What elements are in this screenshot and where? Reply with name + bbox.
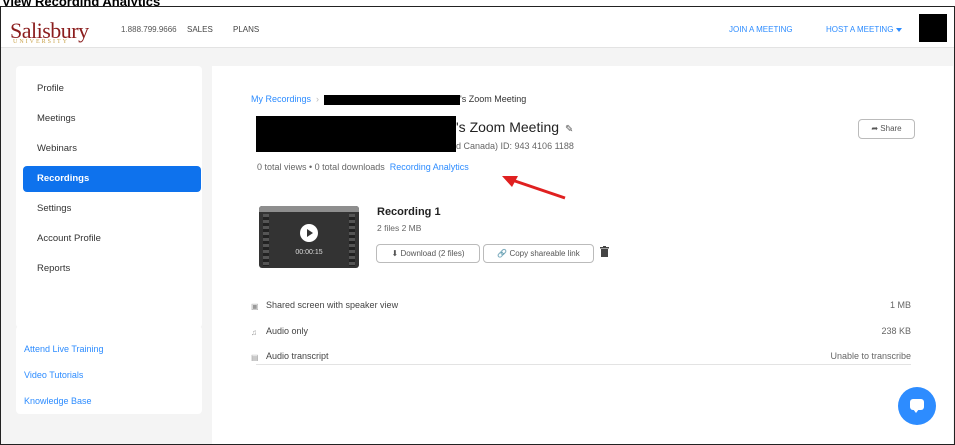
nav-sales-link[interactable]: SALES bbox=[187, 25, 213, 34]
file-name: Shared screen with speaker view bbox=[266, 300, 399, 310]
recording-detail-panel: My Recordings › 's Zoom Meeting 's Zoom Me… bbox=[212, 66, 953, 444]
logo-subtext: UNIVERSITY bbox=[13, 39, 69, 45]
file-row[interactable]: ♫ Audio only 238 KB bbox=[251, 326, 911, 342]
breadcrumb-separator-icon: › bbox=[316, 94, 320, 104]
sidebar-item-account-profile[interactable]: Account Profile bbox=[23, 226, 201, 252]
app-window: Salisbury UNIVERSITY 1.888.799.9666 SALE… bbox=[0, 6, 955, 445]
sidebar-item-recordings[interactable]: Recordings bbox=[23, 166, 201, 192]
sidebar-item-profile[interactable]: Profile bbox=[23, 76, 201, 102]
sidebar-item-settings[interactable]: Settings bbox=[23, 196, 201, 222]
breadcrumb: My Recordings › 's Zoom Meeting bbox=[251, 94, 526, 105]
copy-link-button[interactable]: 🔗 Copy shareable link bbox=[483, 244, 594, 263]
file-row[interactable]: ▣ Shared screen with speaker view 1 MB bbox=[251, 300, 911, 316]
file-size: 238 KB bbox=[881, 326, 911, 336]
file-status: Unable to transcribe bbox=[830, 351, 911, 361]
trash-icon[interactable] bbox=[600, 246, 609, 257]
recording-duration: 00:00:15 bbox=[295, 249, 323, 256]
screen-icon: ▣ bbox=[251, 302, 259, 311]
meeting-title-text: 's Zoom Meeting bbox=[456, 119, 560, 135]
film-strip-right bbox=[349, 214, 355, 266]
views-downloads-text: 0 total views • 0 total downloads bbox=[257, 162, 385, 172]
top-header: Salisbury UNIVERSITY 1.888.799.9666 SALE… bbox=[1, 7, 954, 48]
knowledge-base-link[interactable]: Knowledge Base bbox=[24, 396, 92, 406]
link-icon: 🔗 bbox=[497, 249, 510, 258]
host-meeting-menu[interactable]: HOST A MEETING bbox=[826, 25, 903, 34]
transcript-icon: ▤ bbox=[251, 353, 259, 362]
join-meeting-link[interactable]: JOIN A MEETING bbox=[729, 25, 793, 34]
recording-analytics-link[interactable]: Recording Analytics bbox=[390, 162, 469, 172]
share-icon: ➦ bbox=[871, 124, 881, 133]
recording-thumbnail[interactable]: 00:00:15 bbox=[259, 206, 359, 268]
meeting-title: 's Zoom Meeting ✎ bbox=[456, 119, 573, 135]
breadcrumb-my-recordings[interactable]: My Recordings bbox=[251, 94, 311, 104]
file-size: 1 MB bbox=[889, 300, 911, 310]
avatar[interactable] bbox=[919, 14, 947, 42]
meeting-meta: d Canada) ID: 943 4106 1188 bbox=[456, 141, 574, 151]
file-name: Audio transcript bbox=[266, 351, 329, 361]
recording-title: Recording 1 bbox=[377, 206, 441, 218]
recording-stats: 0 total views • 0 total downloads Recordi… bbox=[257, 162, 469, 172]
content-area: Profile Meetings Webinars Recordings Set… bbox=[1, 48, 954, 444]
sidebar-nav: Profile Meetings Webinars Recordings Set… bbox=[16, 66, 202, 328]
chat-icon bbox=[910, 399, 924, 413]
share-label: Share bbox=[880, 124, 902, 133]
chat-button[interactable] bbox=[898, 387, 936, 425]
file-name: Audio only bbox=[266, 326, 309, 336]
pencil-icon[interactable]: ✎ bbox=[565, 124, 573, 135]
recording-subtitle: 2 files 2 MB bbox=[377, 223, 422, 233]
download-label: Download (2 files) bbox=[400, 249, 465, 258]
thumbnail-top-bar bbox=[259, 206, 359, 212]
redacted-name bbox=[324, 94, 461, 105]
host-meeting-label: HOST A MEETING bbox=[826, 25, 894, 34]
sidebar-item-meetings[interactable]: Meetings bbox=[23, 106, 201, 132]
film-strip-left bbox=[263, 214, 269, 266]
phone-number: 1.888.799.9666 bbox=[121, 25, 177, 34]
video-tutorials-link[interactable]: Video Tutorials bbox=[24, 370, 83, 380]
annotation-arrow-icon bbox=[502, 176, 566, 200]
sidebar-item-webinars[interactable]: Webinars bbox=[23, 136, 201, 162]
chevron-down-icon bbox=[896, 27, 903, 32]
copy-link-label: Copy shareable link bbox=[509, 249, 580, 258]
download-button[interactable]: ⬇ Download (2 files) bbox=[376, 244, 480, 263]
breadcrumb-current: 's Zoom Meeting bbox=[460, 94, 527, 104]
redacted-title-block bbox=[256, 116, 456, 152]
nav-plans-link[interactable]: PLANS bbox=[233, 25, 259, 34]
play-icon[interactable] bbox=[300, 224, 318, 242]
attend-live-training-link[interactable]: Attend Live Training bbox=[24, 344, 104, 354]
share-button[interactable]: ➦ Share bbox=[858, 119, 915, 139]
audio-icon: ♫ bbox=[251, 328, 257, 337]
sidebar-item-reports[interactable]: Reports bbox=[23, 256, 201, 282]
divider bbox=[256, 364, 911, 365]
